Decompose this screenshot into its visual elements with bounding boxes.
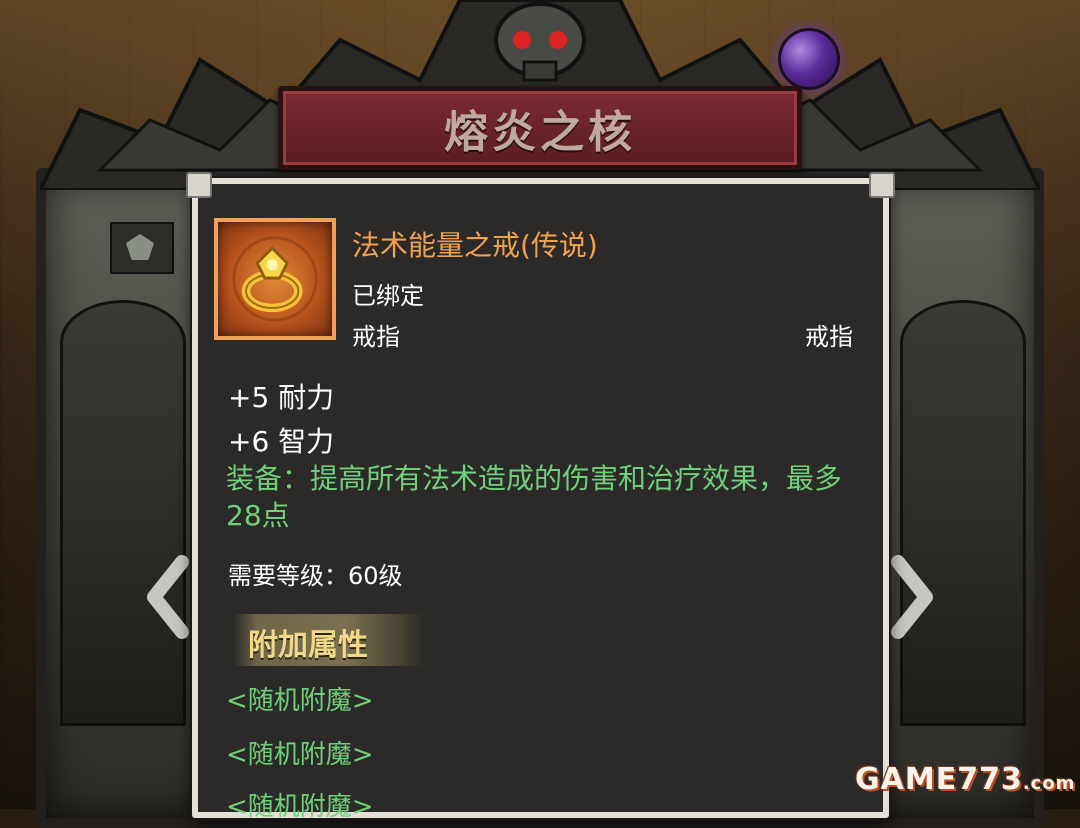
page-title: 熔炎之核 [444, 107, 636, 158]
game-scene: 熔炎之核 法术能量之戒(传说) 已绑定 戒指 戒指 +5 耐力 +6 智力 装备… [0, 0, 1080, 828]
watermark-text: GAME773 [855, 762, 1023, 797]
extra-attributes-title: 附加属性 [248, 628, 368, 663]
purple-orb-icon [778, 28, 840, 90]
prev-arrow-icon[interactable] [144, 552, 192, 642]
item-slot: 戒指 [352, 323, 400, 351]
item-tooltip: 法术能量之戒(传说) 已绑定 戒指 戒指 +5 耐力 +6 智力 装备：提高所有… [186, 172, 895, 822]
left-pillar [60, 300, 186, 726]
stat-intellect: +6 智力 [228, 425, 335, 458]
gold-ring-icon [214, 218, 336, 340]
item-name: 法术能量之戒(传说) [352, 229, 598, 262]
item-type: 戒指 [805, 323, 853, 351]
level-requirement: 需要等级：60级 [228, 562, 403, 590]
watermark-domain: .com [1022, 773, 1076, 794]
random-enchant: <随机附魔> [226, 792, 374, 822]
right-pillar [900, 300, 1026, 726]
title-plate: 熔炎之核 [278, 86, 802, 170]
stat-stamina: +5 耐力 [228, 381, 335, 414]
next-arrow-icon[interactable] [888, 552, 936, 642]
site-watermark: GAME773.com [855, 762, 1075, 797]
emblem-icon [126, 234, 154, 260]
random-enchant: <随机附魔> [226, 686, 374, 716]
bind-status: 已绑定 [352, 282, 424, 310]
random-enchant: <随机附魔> [226, 740, 374, 770]
banner-flag[interactable] [110, 222, 174, 274]
equip-effect: 装备：提高所有法术造成的伤害和治疗效果，最多28点 [226, 462, 843, 532]
